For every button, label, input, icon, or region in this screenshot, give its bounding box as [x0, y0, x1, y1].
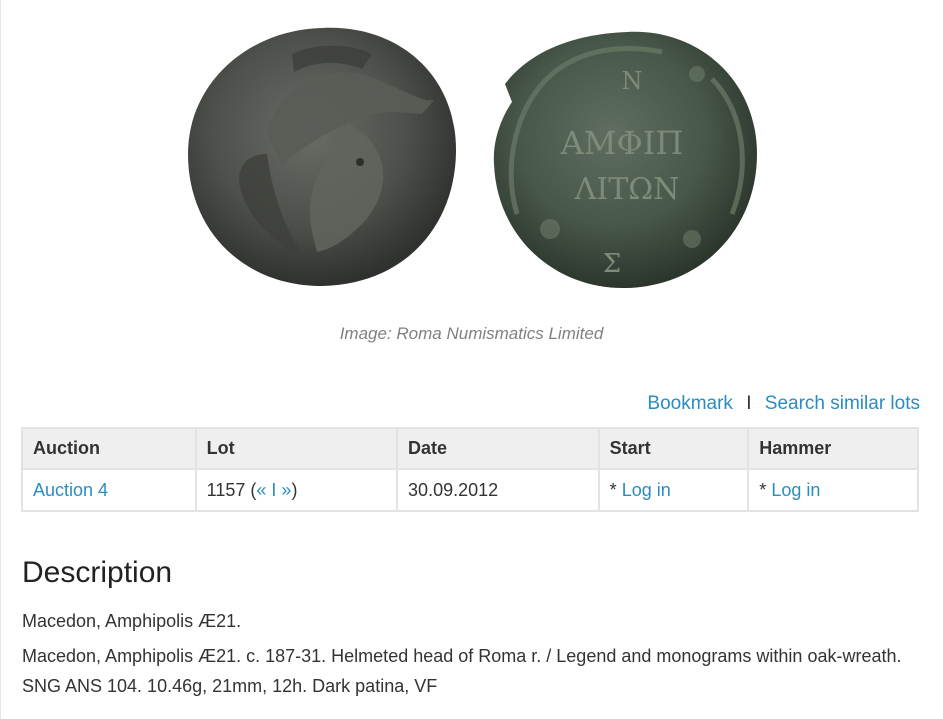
description-long: Macedon, Amphipolis Æ21. c. 187-31. Helm… — [22, 646, 902, 696]
bookmark-link[interactable]: Bookmark — [647, 393, 733, 414]
previous-lot-link[interactable]: « — [256, 480, 266, 500]
coin-obverse — [188, 27, 457, 287]
header-date: Date — [396, 427, 600, 470]
start-login-link[interactable]: Log in — [622, 480, 671, 500]
next-lot-link[interactable]: » — [281, 480, 291, 500]
description-short: Macedon, Amphipolis Æ21. — [22, 611, 242, 631]
header-hammer: Hammer — [747, 427, 919, 470]
reverse-legend-line-2: ΛΙΤΩΝ — [574, 172, 680, 207]
lot-nav-separator: I — [271, 479, 277, 500]
cell-lot: 1157 (« I ») — [194, 468, 399, 512]
search-similar-lots-link[interactable]: Search similar lots — [765, 393, 920, 414]
hammer-prefix: * — [759, 479, 767, 500]
coin-image[interactable]: ΑΜΦΙΠ ΛΙΤΩΝ Ν Σ — [172, 14, 772, 304]
header-start: Start — [597, 427, 750, 470]
lot-table: Auction Lot Date Start Hammer Auction 4 … — [21, 427, 919, 512]
reverse-mark-bottom: Σ — [603, 249, 621, 279]
actions-separator: I — [746, 393, 752, 414]
start-prefix: * — [609, 479, 617, 500]
auction-link[interactable]: Auction 4 — [33, 480, 108, 500]
header-auction: Auction — [21, 427, 197, 470]
table-row: Auction 4 1157 (« I ») 30.09.2012 * Log … — [21, 468, 919, 512]
lot-actions: Bookmark I Search similar lots — [647, 393, 920, 415]
header-lot: Lot — [194, 427, 399, 470]
cell-hammer: * Log in — [747, 468, 919, 512]
reverse-mark-top: Ν — [622, 67, 643, 95]
reverse-legend-line-1: ΑΜΦΙΠ — [560, 124, 684, 162]
page-left-border — [0, 0, 1, 719]
hammer-login-link[interactable]: Log in — [771, 480, 820, 500]
description-title: Description — [22, 556, 173, 589]
cell-auction: Auction 4 — [21, 468, 197, 512]
lot-number: 1157 — [206, 479, 246, 500]
table-header-row: Auction Lot Date Start Hammer — [21, 427, 919, 470]
cell-date: 30.09.2012 — [396, 468, 600, 512]
image-caption: Image: Roma Numismatics Limited — [339, 324, 604, 343]
cell-start: * Log in — [597, 468, 750, 512]
coin-reverse: ΑΜΦΙΠ ΛΙΤΩΝ Ν Σ — [493, 31, 757, 289]
